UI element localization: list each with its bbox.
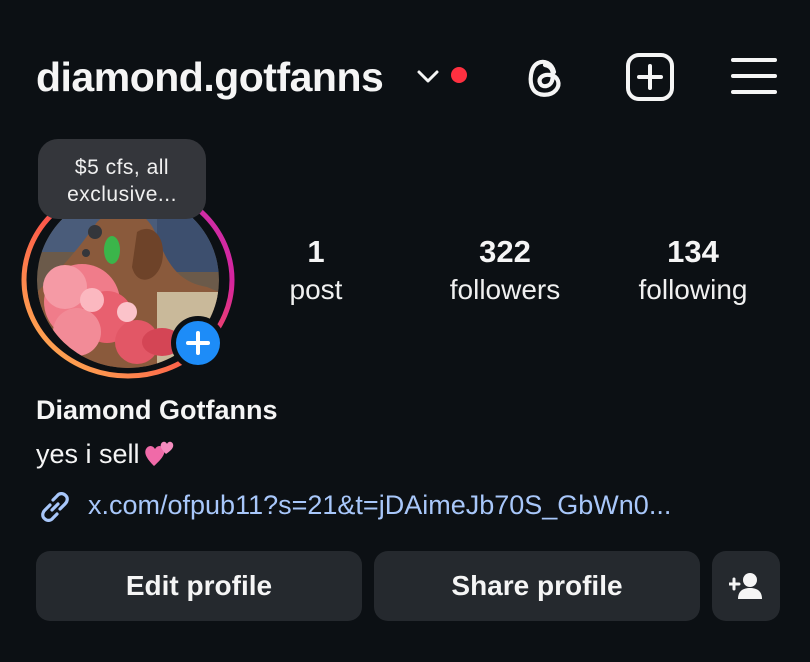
bio-text-row: yes i sell (36, 437, 176, 471)
threads-icon[interactable] (520, 52, 570, 102)
edit-profile-button[interactable]: Edit profile (36, 551, 362, 621)
stat-followers[interactable]: 322 followers (415, 232, 595, 308)
profile-header: diamond.gotfanns (0, 0, 810, 150)
note-line-2: exclusive... (67, 183, 177, 206)
note-tail-dot-small (82, 249, 90, 257)
posts-label: post (289, 274, 343, 305)
followers-count: 322 (479, 234, 531, 269)
note-tail-dot (88, 225, 102, 239)
link-icon (41, 492, 69, 522)
display-name: Diamond Gotfanns (36, 395, 278, 425)
share-profile-button[interactable]: Share profile (374, 551, 700, 621)
note-line-1: $5 cfs, all (74, 156, 170, 179)
username-switcher[interactable]: diamond.gotfanns (36, 53, 384, 101)
bio-link-text[interactable]: x.com/ofpub11?s=21&t=jDAimeJb70S_GbWn0..… (88, 488, 671, 522)
add-post-icon[interactable] (624, 52, 676, 102)
hamburger-menu-icon[interactable] (730, 54, 778, 98)
followers-label: followers (449, 274, 561, 305)
discover-people-button[interactable] (712, 551, 780, 621)
add-person-icon (729, 573, 762, 599)
chevron-down-icon[interactable] (414, 64, 442, 88)
add-story-icon[interactable] (168, 313, 228, 373)
two-hearts-icon (144, 441, 173, 466)
following-count: 134 (667, 234, 719, 269)
posts-count: 1 (307, 234, 325, 269)
stat-posts[interactable]: 1 post (226, 232, 406, 308)
profile-screen: diamond.gotfanns $5 cfs, all exclusive..… (0, 0, 810, 662)
following-label: following (638, 274, 748, 305)
bio-link[interactable]: x.com/ofpub11?s=21&t=jDAimeJb70S_GbWn0..… (36, 486, 776, 522)
profile-note-bubble[interactable]: $5 cfs, all exclusive... (38, 139, 206, 219)
stat-following[interactable]: 134 following (603, 232, 783, 308)
bio-text: yes i sell (36, 439, 140, 469)
notification-dot (451, 67, 467, 83)
